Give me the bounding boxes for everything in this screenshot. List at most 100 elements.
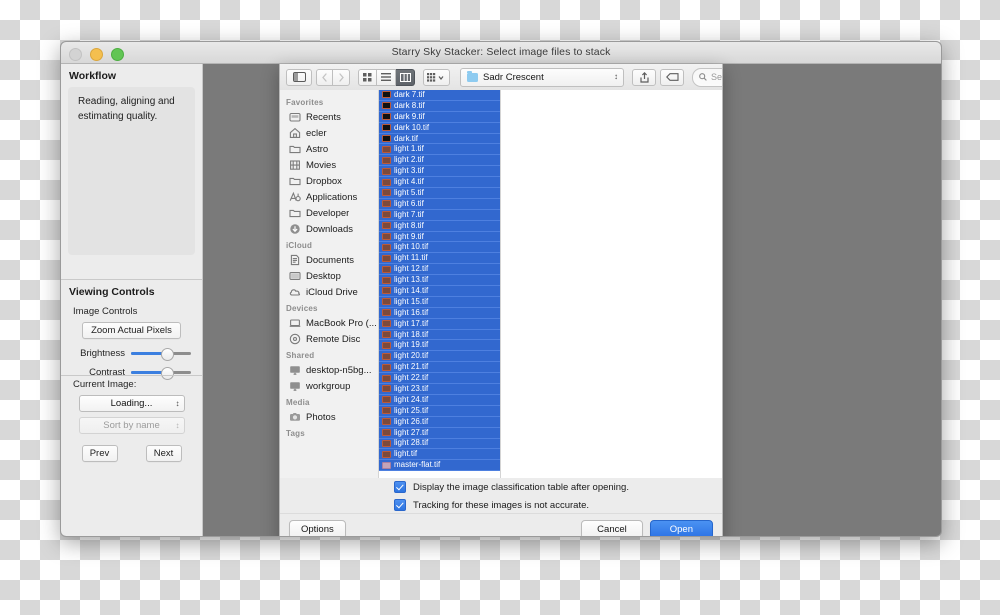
list-view-icon[interactable] [377,68,396,86]
file-list-item[interactable]: light 5.tif [379,188,500,199]
sidebar-item-developer[interactable]: Developer [280,205,378,221]
option-checkbox[interactable] [394,481,406,493]
file-name: light 9.tif [394,231,424,241]
cancel-button[interactable]: Cancel [581,519,643,536]
sidebar-item-photos[interactable]: Photos [280,409,378,425]
sidebar-section-header: Media [286,398,310,407]
file-list-item[interactable]: master-flat.tif [379,460,500,472]
file-list-item[interactable]: dark 9.tif [379,111,500,123]
zoom-actual-pixels-button[interactable]: Zoom Actual Pixels [82,322,181,339]
path-select[interactable]: Sadr Crescent ↕ [460,67,624,87]
file-list-item[interactable]: light 22.tif [379,373,500,385]
photos-icon [289,411,301,423]
file-thumbnail-icon [382,156,391,164]
options-button[interactable]: Options [289,519,346,536]
file-list-item[interactable]: light 19.tif [379,340,500,352]
sidebar-item-label: Recents [306,111,341,123]
sidebar-item-dropbox[interactable]: Dropbox [280,173,378,189]
file-list-item[interactable]: light 24.tif [379,394,500,406]
prev-next-row: Prev Next [61,445,202,462]
current-image-select[interactable]: Loading... ↕ [78,395,185,412]
file-list-item[interactable]: light 25.tif [379,405,500,417]
sort-order-select[interactable]: Sort by name ↕ [78,417,185,434]
sidebar-item-ecler[interactable]: ecler [280,125,378,141]
brightness-slider[interactable] [131,347,191,361]
open-button[interactable]: Open [649,519,713,536]
dialog-body: Favorites Recents ecler Astro Movies Dropbox A… [280,90,722,478]
file-thumbnail-icon [382,243,391,251]
next-button[interactable]: Next [145,445,182,462]
prev-button[interactable]: Prev [81,445,118,462]
file-list-item[interactable]: light 28.tif [379,438,500,450]
tag-icon[interactable] [660,68,684,86]
icon-view-icon[interactable] [358,68,377,86]
file-list-item[interactable]: light 15.tif [379,296,500,308]
chevron-updown-icon: ↕ [175,399,180,408]
file-thumbnail-icon [382,320,391,328]
sidebar-toggle-icon[interactable] [286,68,312,86]
sidebar-item-workgroup[interactable]: workgroup [280,378,378,394]
sidebar-item-remote-disc[interactable]: Remote Disc [280,331,378,347]
file-list-item[interactable]: light 26.tif [379,416,500,428]
window-title: Starry Sky Stacker: Select image files t… [391,46,611,58]
sidebar-item-astro[interactable]: Astro [280,141,378,157]
column-view-icon[interactable] [396,68,415,86]
file-list-item[interactable]: light 13.tif [379,275,500,287]
file-list-item[interactable]: light.tif [379,449,500,461]
sidebar-item-documents[interactable]: Documents [280,252,378,268]
disc-icon [289,333,301,345]
file-list-item[interactable]: light 2.tif [379,155,500,167]
file-list-item[interactable]: light 8.tif [379,220,500,232]
folder-icon [467,70,478,82]
file-list-item[interactable]: light 12.tif [379,264,500,276]
file-list-item[interactable]: light 1.tif [379,144,500,156]
file-list-item[interactable]: light 14.tif [379,286,500,297]
sidebar-item-applications[interactable]: Applications [280,189,378,205]
sidebar-item-macbook-pro[interactable]: MacBook Pro (... [280,315,378,331]
slider-knob[interactable] [161,348,174,361]
file-list-item[interactable]: light 9.tif [379,231,500,243]
file-list-item[interactable]: light 27.tif [379,427,500,439]
file-thumbnail-icon [382,396,391,404]
file-list-item[interactable]: light 7.tif [379,209,500,221]
file-thumbnail-icon [382,91,391,99]
sidebar-item-downloads[interactable]: Downloads [280,221,378,237]
file-list-column[interactable]: dark 7.tif dark 8.tif dark 9.tif dark 10.ti… [379,90,501,478]
search-input[interactable]: Search [692,67,722,87]
left-control-panel: Workflow Reading, aligning and estimatin… [61,64,203,536]
file-list-item[interactable]: light 17.tif [379,318,500,330]
finder-sidebar[interactable]: Favorites Recents ecler Astro Movies Dropbox A… [280,90,379,478]
file-list-item[interactable]: light 21.tif [379,362,500,374]
sidebar-item-icloud-drive[interactable]: iCloud Drive [280,284,378,300]
file-list-item[interactable]: light 23.tif [379,384,500,395]
file-list-item[interactable]: light 20.tif [379,351,500,363]
workflow-status-text: Reading, aligning and estimating quality… [78,96,175,122]
open-file-dialog: Sadr Crescent ↕ Search Favorites Recents e… [279,64,723,536]
file-list-item[interactable]: light 6.tif [379,198,500,210]
file-thumbnail-icon [382,265,391,273]
option-checkbox[interactable] [394,499,406,511]
cloud-icon [289,286,301,298]
arrange-grid-icon[interactable] [423,68,450,86]
dialog-options: Display the image classification table a… [280,478,722,514]
file-list-item[interactable]: dark 7.tif [379,90,500,101]
file-list-item[interactable]: light 3.tif [379,166,500,178]
file-list-item[interactable]: light 10.tif [379,242,500,254]
sidebar-item-desktop[interactable]: Desktop [280,268,378,284]
file-list-item[interactable]: dark 8.tif [379,100,500,112]
file-list-item[interactable]: light 16.tif [379,307,500,319]
option-row: Tracking for these images is not accurat… [280,496,722,514]
back-chevron-icon[interactable] [316,68,333,86]
file-list-item[interactable]: light 4.tif [379,177,500,189]
sidebar-item-movies[interactable]: Movies [280,157,378,173]
file-list-item[interactable]: dark 10.tif [379,122,500,134]
sidebar-item-desktop-n5bg[interactable]: desktop-n5bg... [280,362,378,378]
file-list-item[interactable]: dark.tif [379,133,500,145]
forward-chevron-icon[interactable] [333,68,350,86]
sidebar-item-recents[interactable]: Recents [280,109,378,125]
share-icon[interactable] [632,68,656,86]
file-list-item[interactable]: light 11.tif [379,253,500,265]
sidebar-section-header: Tags [286,429,305,438]
file-list-item[interactable]: light 18.tif [379,329,500,341]
file-name: light 10.tif [394,242,429,252]
